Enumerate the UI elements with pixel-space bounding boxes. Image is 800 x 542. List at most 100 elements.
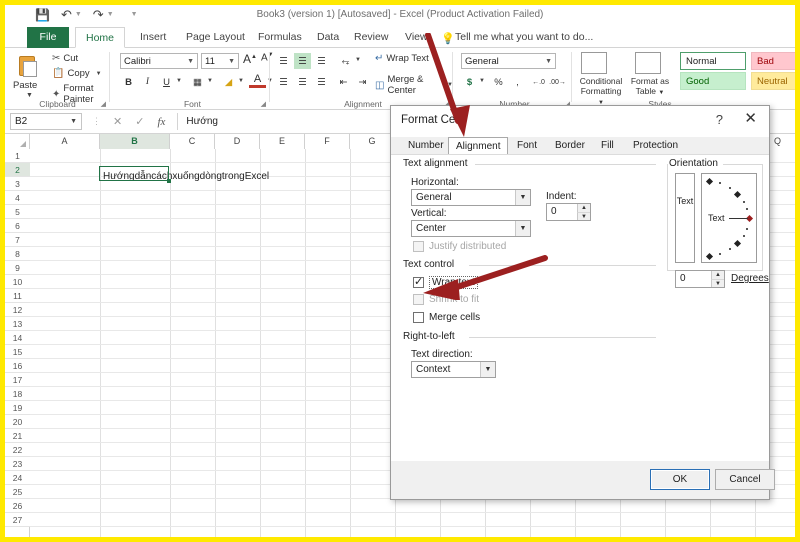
row-header-24[interactable]: 24 bbox=[5, 471, 30, 485]
text-direction-select[interactable]: Context ▼ bbox=[411, 361, 496, 378]
tell-me-box[interactable]: Tell me what you want to do... bbox=[455, 27, 593, 48]
cell-style-neutral[interactable]: Neutral bbox=[751, 72, 795, 90]
copy-dropdown-icon[interactable]: ▼ bbox=[96, 71, 102, 77]
align-middle-icon[interactable]: ☰ bbox=[294, 53, 311, 69]
dialog-tab-font[interactable]: Font bbox=[510, 137, 545, 155]
currency-dropdown-icon[interactable]: ▼ bbox=[479, 78, 485, 84]
cut-button[interactable]: ✂ Cut bbox=[52, 53, 78, 64]
dialog-tab-border[interactable]: Border bbox=[548, 137, 593, 155]
cell-style-bad[interactable]: Bad bbox=[751, 52, 795, 70]
align-center-icon[interactable]: ☰ bbox=[294, 74, 311, 90]
underline-dropdown-icon[interactable]: ▼ bbox=[176, 78, 182, 84]
paste-button-label[interactable]: Paste bbox=[13, 80, 37, 91]
text-direction-dropdown-icon[interactable]: ▼ bbox=[480, 362, 495, 377]
tab-formulas[interactable]: Formulas bbox=[249, 27, 311, 48]
row-header-11[interactable]: 11 bbox=[5, 289, 30, 303]
tab-review[interactable]: Review bbox=[345, 27, 397, 48]
align-left-icon[interactable]: ☰ bbox=[275, 74, 292, 90]
increase-indent-icon[interactable]: ⇥ bbox=[354, 74, 371, 90]
tab-data[interactable]: Data bbox=[308, 27, 348, 48]
merge-cells-checkbox[interactable]: Merge cells bbox=[413, 312, 480, 323]
tab-page-layout[interactable]: Page Layout bbox=[177, 27, 254, 48]
row-header-25[interactable]: 25 bbox=[5, 485, 30, 499]
row-header-13[interactable]: 13 bbox=[5, 317, 30, 331]
col-header-F[interactable]: F bbox=[305, 134, 350, 149]
row-header-2[interactable]: 2 bbox=[5, 163, 30, 177]
row-header-9[interactable]: 9 bbox=[5, 261, 30, 275]
row-header-6[interactable]: 6 bbox=[5, 219, 30, 233]
font-name-dropdown-icon[interactable]: ▼ bbox=[187, 54, 194, 69]
decrease-indent-icon[interactable]: ⇤ bbox=[335, 74, 352, 90]
row-header-17[interactable]: 17 bbox=[5, 373, 30, 387]
col-header-B[interactable]: B bbox=[100, 134, 170, 149]
row-header-4[interactable]: 4 bbox=[5, 191, 30, 205]
row-header-14[interactable]: 14 bbox=[5, 331, 30, 345]
row-header-10[interactable]: 10 bbox=[5, 275, 30, 289]
row-header-15[interactable]: 15 bbox=[5, 345, 30, 359]
grow-font-icon[interactable]: A▲ bbox=[243, 52, 257, 66]
font-name-input[interactable]: Calibri ▼ bbox=[120, 53, 198, 69]
number-format-select[interactable]: General ▼ bbox=[461, 53, 556, 69]
tab-file[interactable]: File bbox=[27, 27, 69, 48]
comma-style-icon[interactable]: , bbox=[509, 74, 526, 90]
row-header-27[interactable]: 27 bbox=[5, 513, 30, 527]
horizontal-select[interactable]: General ▼ bbox=[411, 189, 531, 206]
row-header-19[interactable]: 19 bbox=[5, 401, 30, 415]
cancel-button[interactable]: Cancel bbox=[715, 469, 775, 490]
orientation-dropdown-icon[interactable]: ▼ bbox=[355, 57, 361, 63]
fill-color-dropdown-icon[interactable]: ▼ bbox=[238, 78, 244, 84]
name-box-dropdown-icon[interactable]: ▼ bbox=[70, 118, 77, 125]
col-header-D[interactable]: D bbox=[215, 134, 260, 149]
vertical-select[interactable]: Center ▼ bbox=[411, 220, 531, 237]
font-size-dropdown-icon[interactable]: ▼ bbox=[228, 54, 235, 69]
wrap-text-checkbox[interactable]: Wrap text bbox=[413, 275, 478, 289]
row-header-21[interactable]: 21 bbox=[5, 429, 30, 443]
merge-center-button[interactable]: ◫ Merge & Center ▼ bbox=[375, 74, 453, 96]
row-header-20[interactable]: 20 bbox=[5, 415, 30, 429]
wrap-text-button[interactable]: ↵ Wrap Text bbox=[375, 53, 429, 64]
insert-function-icon[interactable]: fx bbox=[157, 116, 165, 128]
font-dialog-launcher[interactable]: ◢ bbox=[261, 100, 266, 108]
dialog-tab-protection[interactable]: Protection bbox=[626, 137, 686, 155]
increase-decimal-icon[interactable]: ←.0 bbox=[530, 74, 547, 90]
row-header-16[interactable]: 16 bbox=[5, 359, 30, 373]
degrees-increase-icon[interactable]: ▲ bbox=[711, 271, 724, 279]
bold-button[interactable]: B bbox=[120, 74, 137, 90]
row-header-22[interactable]: 22 bbox=[5, 443, 30, 457]
shrink-to-fit-checkbox[interactable]: Shrink to fit bbox=[413, 294, 479, 305]
format-as-table-icon[interactable] bbox=[635, 52, 661, 74]
cell-style-good[interactable]: Good bbox=[680, 72, 746, 90]
vertical-dropdown-icon[interactable]: ▼ bbox=[515, 221, 530, 236]
dialog-tab-fill[interactable]: Fill bbox=[594, 137, 621, 155]
align-bottom-icon[interactable]: ☰ bbox=[313, 53, 330, 69]
currency-icon[interactable]: $ bbox=[461, 74, 478, 90]
row-header-1[interactable]: 1 bbox=[5, 149, 30, 163]
copy-button[interactable]: 📋 Copy ▼ bbox=[52, 68, 102, 79]
name-box[interactable]: B2 ▼ bbox=[10, 113, 82, 130]
clipboard-dialog-launcher[interactable]: ◢ bbox=[101, 100, 106, 108]
col-header-G[interactable]: G bbox=[350, 134, 395, 149]
align-top-icon[interactable]: ☰ bbox=[275, 53, 292, 69]
indent-stepper[interactable]: 0 ▲ ▼ bbox=[546, 203, 591, 221]
col-header-E[interactable]: E bbox=[260, 134, 305, 149]
indent-increase-icon[interactable]: ▲ bbox=[577, 204, 590, 212]
tab-home[interactable]: Home bbox=[75, 27, 125, 48]
decrease-decimal-icon[interactable]: .00→ bbox=[549, 74, 566, 90]
row-header-8[interactable]: 8 bbox=[5, 247, 30, 261]
paste-icon[interactable] bbox=[17, 54, 39, 78]
col-header-C[interactable]: C bbox=[170, 134, 215, 149]
vertical-text-sample[interactable]: Text bbox=[675, 173, 695, 263]
horizontal-dropdown-icon[interactable]: ▼ bbox=[515, 190, 530, 205]
ok-button[interactable]: OK bbox=[650, 469, 710, 490]
paste-dropdown-icon[interactable]: ▼ bbox=[26, 92, 33, 99]
conditional-formatting-icon[interactable] bbox=[581, 52, 607, 74]
row-header-5[interactable]: 5 bbox=[5, 205, 30, 219]
formula-bar-menu-icon[interactable]: ⋮ bbox=[92, 116, 101, 127]
italic-button[interactable]: I bbox=[139, 74, 156, 90]
cell-style-normal[interactable]: Normal bbox=[680, 52, 746, 70]
number-format-dropdown-icon[interactable]: ▼ bbox=[545, 54, 552, 69]
font-size-input[interactable]: 11 ▼ bbox=[201, 53, 239, 69]
degrees-stepper[interactable]: 0 ▲ ▼ bbox=[675, 270, 725, 288]
underline-button[interactable]: U bbox=[158, 74, 175, 90]
degrees-decrease-icon[interactable]: ▼ bbox=[711, 279, 724, 287]
